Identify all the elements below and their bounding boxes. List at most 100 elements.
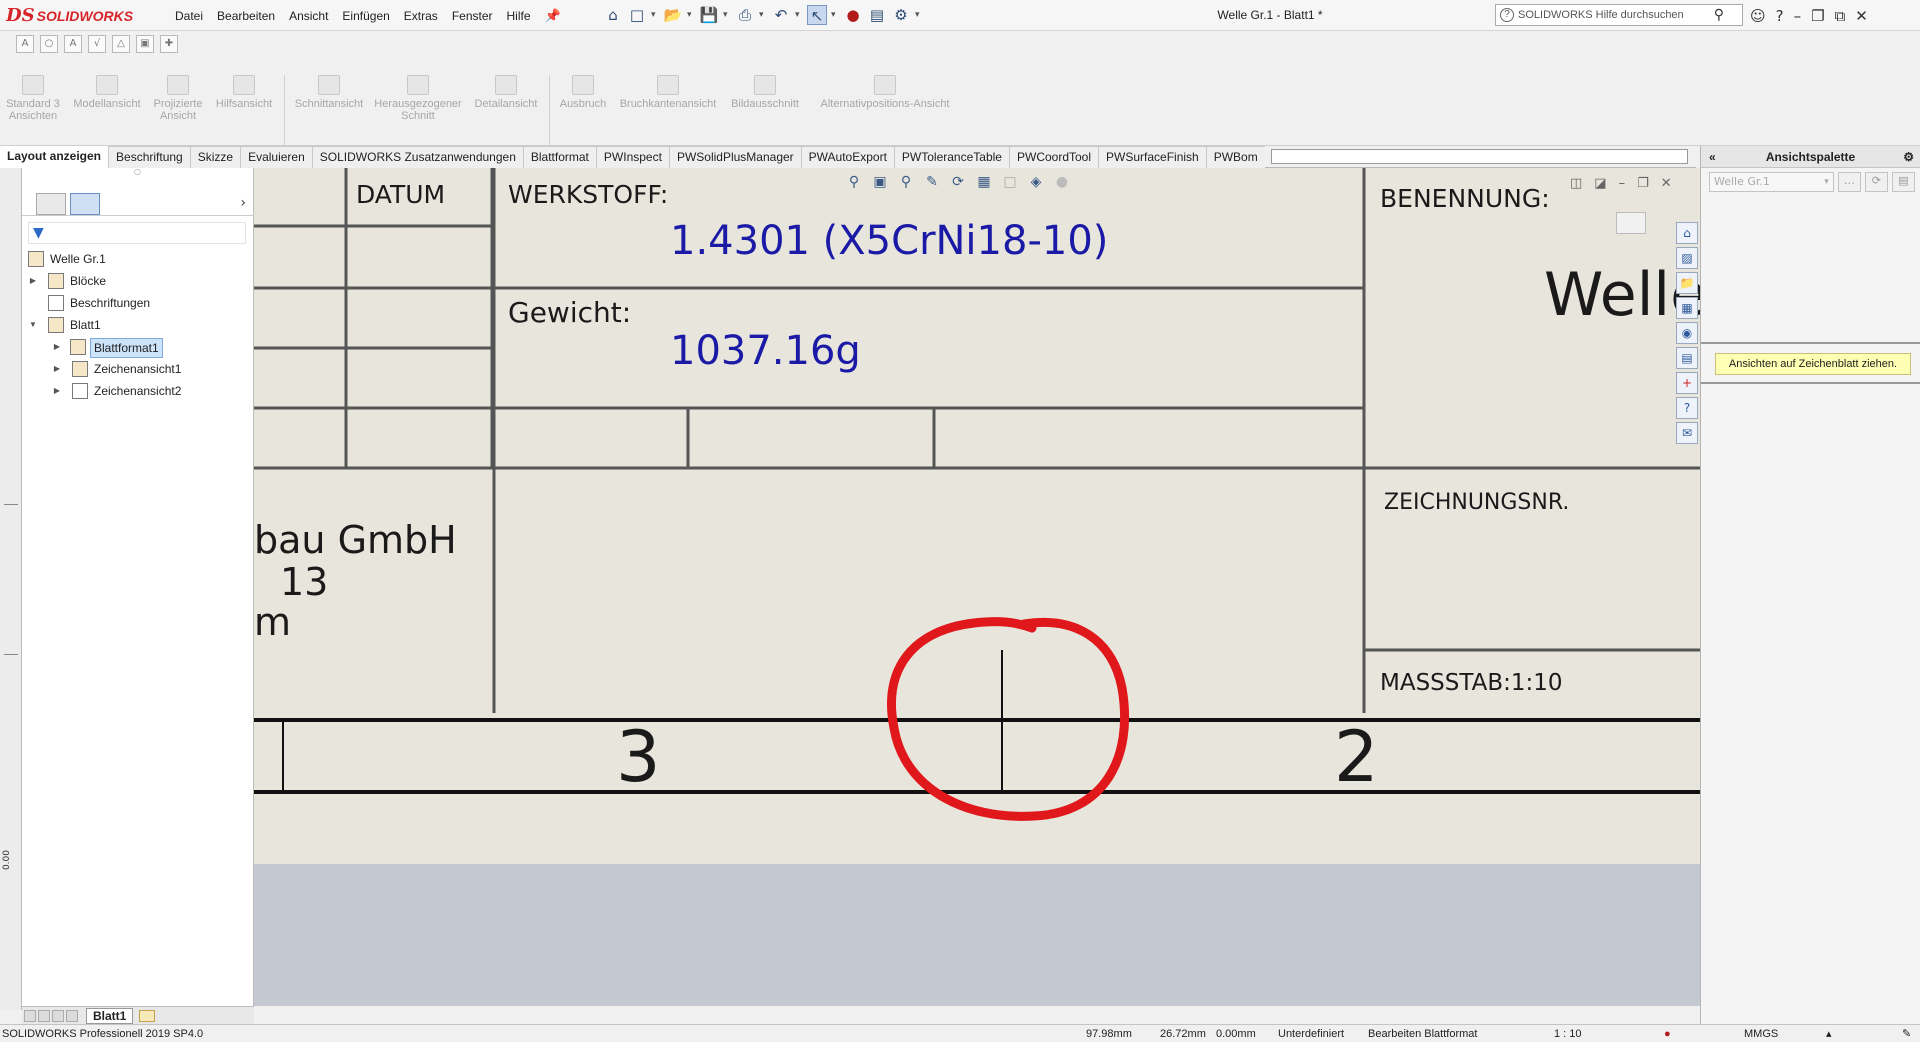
options-gear-icon[interactable]: ⚙ [891, 5, 911, 25]
design-library-icon[interactable]: ▨ [1676, 247, 1698, 269]
file-explorer-icon[interactable]: 📁 [1676, 272, 1698, 294]
tree-item-blattformat1[interactable]: ▶ Blattformat1 [22, 336, 254, 358]
refresh-icon[interactable]: ⟳ [1864, 172, 1888, 192]
add-in-icon[interactable]: + [1676, 372, 1698, 394]
auxiliary-view-button[interactable]: Hilfsansicht [208, 75, 280, 145]
search-icon[interactable]: ⚲ [1714, 6, 1724, 23]
undo-icon[interactable]: ↶ [771, 5, 791, 25]
sheet-scale[interactable]: 1 : 10 [1554, 1026, 1582, 1042]
section-view-icon[interactable]: ✎ [922, 174, 942, 190]
menu-datei[interactable]: Datei [175, 9, 203, 23]
auto-start-icon[interactable]: ▤ [1891, 172, 1916, 192]
tab-pwcoordtool[interactable]: PWCoordTool [1008, 146, 1099, 168]
chevron-right-icon[interactable]: › [240, 195, 246, 211]
appearances-icon[interactable]: ◉ [1676, 322, 1698, 344]
tab-blattformat[interactable]: Blattformat [522, 146, 596, 168]
tab-zusatzanwendungen[interactable]: SOLIDWORKS Zusatzanwendungen [311, 146, 523, 168]
tab-pwtolerancetable[interactable]: PWToleranceTable [893, 146, 1009, 168]
chevron-down-icon[interactable]: ▾ [795, 10, 803, 20]
next-sheet-icon[interactable] [52, 1009, 64, 1022]
tab-pwsolidplusmanager[interactable]: PWSolidPlusManager [668, 146, 801, 168]
sheet-tab-blatt1[interactable]: Blatt1 [86, 1007, 134, 1024]
detail-view-button[interactable]: Detailansicht [467, 75, 545, 145]
expand-arrow-icon[interactable]: ▶ [52, 380, 62, 402]
crop-view-button[interactable]: Bildausschnitt [724, 75, 806, 145]
section-view-button[interactable]: Schnittansicht [289, 75, 369, 145]
close-viewport-icon[interactable]: ✕ [1661, 176, 1672, 191]
model-view-button[interactable]: Modellansicht [66, 75, 148, 145]
chevron-up-icon[interactable]: ▴ [1826, 1026, 1832, 1042]
expand-arrow-icon[interactable]: ▶ [52, 336, 62, 358]
help-topics-icon[interactable]: ? [1676, 397, 1698, 419]
tab-skizze[interactable]: Skizze [189, 146, 241, 168]
tab-pwbom[interactable]: PWBom [1205, 146, 1265, 168]
tab-pwsurfacefinish[interactable]: PWSurfaceFinish [1098, 146, 1206, 168]
rotate-view-icon[interactable]: ⟳ [948, 174, 968, 190]
zoom-to-fit-icon[interactable]: ⚲ [844, 174, 864, 190]
unit-system[interactable]: MMGS [1744, 1026, 1778, 1042]
minimize-viewport-icon[interactable]: – [1619, 176, 1626, 191]
menu-ansicht[interactable]: Ansicht [289, 9, 328, 23]
menu-einfuegen[interactable]: Einfügen [342, 9, 389, 23]
tree-item-root[interactable]: Welle Gr.1 [22, 248, 254, 270]
drawing-sheet[interactable]: DATUM WERKSTOFF: 1.4301 (X5CrNi18-10) Ge… [254, 168, 1700, 864]
user-account-icon[interactable]: ☺ [1750, 7, 1766, 25]
tree-item-beschriftungen[interactable]: Beschriftungen [22, 292, 254, 314]
maximize-viewport-icon[interactable]: ❐ [1637, 176, 1649, 191]
feature-manager-tab-icon[interactable] [36, 192, 66, 215]
file-properties-icon[interactable]: ▤ [867, 5, 887, 25]
display-style-icon[interactable]: □ [1000, 174, 1020, 190]
palette-document-select[interactable]: Welle Gr.1 ▾ [1709, 172, 1834, 192]
restore-window-icon[interactable]: ⧉ [1835, 7, 1846, 25]
tab-strip-scroll[interactable] [1270, 149, 1688, 164]
last-sheet-icon[interactable] [66, 1009, 78, 1022]
surface-finish-icon[interactable]: √ [88, 35, 106, 53]
menu-fenster[interactable]: Fenster [452, 9, 493, 23]
forum-icon[interactable]: ✉ [1676, 422, 1698, 444]
view-palette-icon[interactable]: ▦ [1676, 297, 1698, 319]
collapse-panel-icon[interactable]: « [1709, 146, 1716, 168]
view-orientation-icon[interactable]: ▦ [974, 174, 994, 190]
note-icon[interactable]: A [16, 35, 34, 53]
tree-item-zeichenansicht2[interactable]: ▶ Zeichenansicht2 [22, 380, 254, 402]
tab-beschriftung[interactable]: Beschriftung [108, 146, 190, 168]
select-cursor-icon[interactable]: ↖ [807, 5, 827, 25]
rebuild-traffic-light-icon[interactable]: ● [843, 5, 863, 25]
chevron-down-icon[interactable]: ▾ [687, 10, 695, 20]
menu-hilfe[interactable]: Hilfe [507, 9, 531, 23]
chevron-down-icon[interactable]: ▾ [651, 10, 659, 20]
new-document-icon[interactable]: □ [627, 5, 647, 25]
home-icon[interactable]: ⌂ [603, 5, 623, 25]
tree-item-blatt1[interactable]: ▼ Blatt1 [22, 314, 254, 336]
removed-section-button[interactable]: Herausgezogener Schnitt [369, 75, 467, 145]
collapse-arrow-icon[interactable]: ▼ [28, 314, 38, 336]
chevron-down-icon[interactable]: ▾ [831, 10, 839, 20]
tree-item-zeichenansicht1[interactable]: ▶ Zeichenansicht1 [22, 358, 254, 380]
balloon-icon[interactable]: ○ [40, 35, 58, 53]
help-search-input[interactable]: ? SOLIDWORKS Hilfe durchsuchen ⚲ [1495, 4, 1743, 26]
property-manager-tab-icon[interactable] [70, 192, 100, 215]
status-help-icon[interactable]: ✎ [1902, 1026, 1911, 1042]
text-box-icon[interactable]: A [64, 35, 82, 53]
save-icon[interactable]: 💾 [699, 5, 719, 25]
menu-bearbeiten[interactable]: Bearbeiten [217, 9, 275, 23]
minimize-icon[interactable]: – [1794, 7, 1802, 25]
print-icon[interactable]: ⎙ [735, 5, 755, 25]
appearance-icon[interactable]: ● [1052, 174, 1072, 190]
chevron-down-icon[interactable]: ▾ [759, 10, 767, 20]
pin-icon[interactable]: 📌 [545, 8, 561, 24]
restore-icon[interactable]: ❐ [1811, 7, 1824, 25]
custom-properties-icon[interactable]: ▤ [1676, 347, 1698, 369]
zoom-to-area-icon[interactable]: ▣ [870, 174, 890, 190]
help-menu-icon[interactable]: ? [1776, 7, 1784, 25]
tab-pwinspect[interactable]: PWInspect [595, 146, 669, 168]
break-view-button[interactable]: Bruchkantenansicht [612, 75, 724, 145]
weld-symbol-icon[interactable]: △ [112, 35, 130, 53]
solidworks-logo[interactable]: DS SOLIDWORKS [6, 3, 154, 28]
tab-layout-anzeigen[interactable]: Layout anzeigen [0, 146, 109, 168]
palette-options-icon[interactable]: ⚙ [1903, 146, 1914, 168]
hide-show-items-icon[interactable]: ◈ [1026, 174, 1046, 190]
standard-3-views-button[interactable]: Standard 3 Ansichten [0, 75, 66, 145]
center-mark-icon[interactable]: ✚ [160, 35, 178, 53]
rebuild-status-icon[interactable]: ● [1664, 1026, 1671, 1042]
